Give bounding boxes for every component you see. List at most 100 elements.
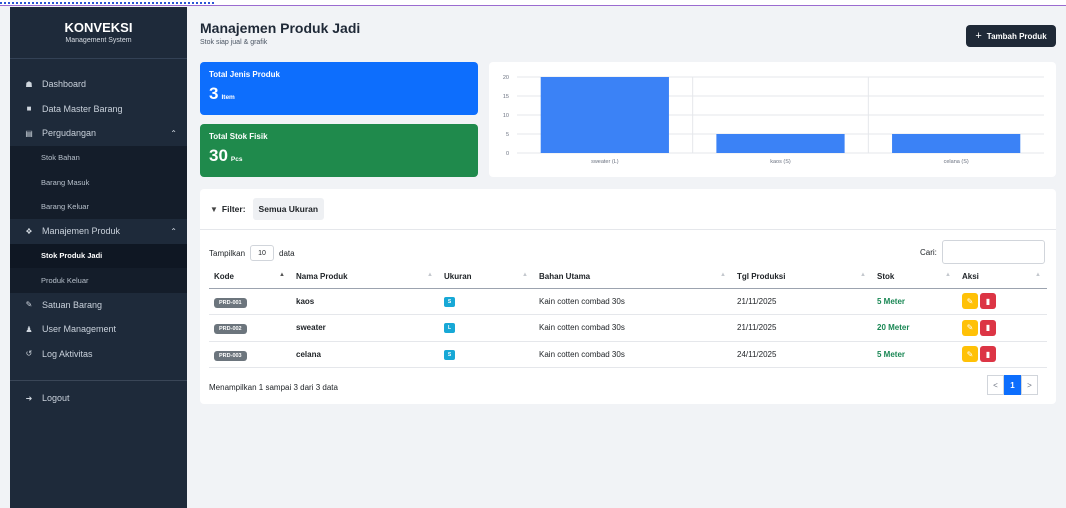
production-date: 24/11/2025: [732, 341, 872, 368]
sidebar-item-label: Satuan Barang: [42, 299, 103, 310]
sidebar-item-dashboard[interactable]: ☗ Dashboard: [10, 72, 187, 97]
sidebar-subitem-stok-produk-jadi[interactable]: Stok Produk Jadi: [10, 243, 187, 268]
plus-icon: +: [975, 30, 982, 42]
delete-button[interactable]: ▮: [980, 346, 996, 363]
stock-value: 20 Meter: [872, 314, 957, 342]
stat-unit: Pcs: [230, 156, 243, 163]
brand-name: KONVEKSI: [64, 20, 133, 35]
show-prefix: Tampilkan: [209, 248, 246, 258]
product-table-panel: ▼ Filter: Semua Ukuran Tampilkan 10 data…: [200, 189, 1056, 404]
stat-card-value: 30 Pcs: [209, 146, 469, 166]
sidebar-item-label: Logout: [42, 393, 70, 404]
table-header-row: Kode ▲ Nama Produk ▲ Ukuran ▲ Bahan Utama ▲ …: [209, 266, 1047, 289]
sidebar-item-manajemen-produk[interactable]: ❖ Manajemen Produk ⌃: [10, 219, 187, 244]
prev-page-button[interactable]: <: [987, 375, 1004, 395]
sort-asc-icon: ▲: [279, 272, 285, 278]
edit-button[interactable]: ✎: [962, 319, 978, 336]
table-row: PRD-002 sweater L Kain cotten combad 30s…: [209, 314, 1047, 342]
stat-unit: Item: [221, 94, 235, 101]
column-header-aksi[interactable]: Aksi ▲: [957, 266, 1047, 289]
x-tick-label: kaos (S): [770, 159, 791, 165]
product-code-badge: PRD-001: [214, 297, 247, 308]
column-header-ukuran[interactable]: Ukuran ▲: [439, 266, 534, 289]
column-header-stok[interactable]: Stok ▲: [872, 266, 957, 289]
size-badge: L: [444, 323, 455, 334]
stat-value: 30: [209, 146, 228, 165]
material: Kain cotten combad 30s: [534, 288, 732, 315]
product-code-badge: PRD-002: [214, 324, 247, 335]
sidebar-subitem-produk-keluar[interactable]: Produk Keluar: [10, 268, 187, 293]
pagination: < 1 >: [987, 375, 1038, 395]
warehouse-icon: ▤: [25, 128, 33, 138]
size-filter-select[interactable]: Semua Ukuran: [252, 198, 325, 220]
sidebar-item-log-aktivitas[interactable]: ↺ Log Aktivitas: [10, 342, 187, 367]
filter-bar: ▼ Filter: Semua Ukuran: [200, 189, 1056, 230]
x-tick-label: sweater (L): [591, 159, 619, 165]
sidebar-item-logout[interactable]: ➜ Logout: [10, 386, 187, 411]
product-name: kaos: [291, 288, 439, 315]
column-header-bahan[interactable]: Bahan Utama ▲: [534, 266, 732, 289]
product-code-badge: PRD-003: [214, 350, 247, 361]
filter-label: Filter:: [221, 204, 246, 214]
sort-icon: ▲: [720, 272, 726, 278]
next-page-button[interactable]: >: [1021, 375, 1038, 395]
column-header-nama[interactable]: Nama Produk ▲: [291, 266, 439, 289]
add-product-button[interactable]: + Tambah Produk: [966, 25, 1056, 47]
product-name: sweater: [291, 314, 439, 342]
sidebar-item-user-management[interactable]: ♟ User Management: [10, 317, 187, 342]
page-length-control: Tampilkan 10 data: [209, 245, 295, 261]
stat-card-label: Total Stok Fisik: [209, 132, 268, 141]
filter-icon: ▼: [210, 204, 218, 214]
y-tick-label: 0: [506, 151, 509, 157]
sidebar-subitem-barang-masuk[interactable]: Barang Masuk: [10, 170, 187, 195]
chevron-up-icon: ⌃: [170, 128, 177, 138]
y-tick-label: 5: [506, 132, 509, 138]
table-row: PRD-001 kaos S Kain cotten combad 30s 21…: [209, 288, 1047, 315]
column-header-kode[interactable]: Kode ▲: [209, 266, 291, 289]
search-label: Cari:: [920, 247, 937, 257]
bar-sweater-l-: [540, 77, 669, 153]
product-name: celana: [291, 341, 439, 368]
edit-icon: ✎: [966, 323, 974, 333]
trash-icon: ▮: [985, 296, 991, 306]
sidebar-item-label: Dashboard: [42, 79, 87, 90]
table-row: PRD-003 celana S Kain cotten combad 30s …: [209, 341, 1047, 368]
sidebar-subitem-barang-keluar[interactable]: Barang Keluar: [10, 194, 187, 219]
stat-card-value: 3 Item: [209, 84, 469, 104]
top-link[interactable]: [0, 0, 214, 4]
sidebar-item-pergudangan[interactable]: ▤ Pergudangan ⌃: [10, 121, 187, 146]
bar-celana-s-: [892, 134, 1021, 153]
delete-button[interactable]: ▮: [980, 319, 996, 336]
chevron-up-icon: ⌃: [170, 226, 177, 236]
search-input[interactable]: [941, 240, 1045, 264]
ruler-icon: ✎: [25, 300, 33, 310]
brand: KONVEKSI Management System: [10, 7, 187, 59]
stock-bar-chart: 0 5 10 15 20 sweater (L) kaos (S) celana (S): [503, 75, 1044, 165]
stat-card-total-stok-fisik: Total Stok Fisik 30 Pcs: [200, 124, 478, 177]
users-icon: ♟: [25, 324, 33, 334]
page-length-select[interactable]: 10: [250, 245, 275, 261]
edit-button[interactable]: ✎: [962, 346, 978, 363]
page-title: Manajemen Produk Jadi: [200, 20, 361, 36]
sidebar-item-satuan-barang[interactable]: ✎ Satuan Barang: [10, 293, 187, 318]
page-button-1[interactable]: 1: [1004, 375, 1021, 395]
sidebar-subitem-stok-bahan[interactable]: Stok Bahan: [10, 145, 187, 170]
edit-button[interactable]: ✎: [962, 293, 978, 310]
y-tick-label: 15: [503, 94, 509, 100]
sidebar-item-data-master-barang[interactable]: ■ Data Master Barang: [10, 97, 187, 122]
column-header-tgl[interactable]: Tgl Produksi ▲: [732, 266, 872, 289]
material: Kain cotten combad 30s: [534, 314, 732, 342]
bar-kaos-s-: [716, 134, 845, 153]
home-icon: ☗: [25, 79, 33, 89]
delete-button[interactable]: ▮: [980, 293, 996, 310]
brand-tagline: Management System: [65, 37, 132, 44]
box-icon: ■: [26, 104, 32, 114]
sidebar-item-label: User Management: [42, 324, 117, 335]
production-date: 21/11/2025: [732, 314, 872, 342]
table-info: Menampilkan 1 sampai 3 dari 3 data: [209, 383, 338, 392]
show-suffix: data: [279, 248, 295, 258]
sort-icon: ▲: [427, 272, 433, 278]
browser-top-strip: [0, 0, 1066, 6]
y-tick-label: 10: [503, 113, 509, 119]
sort-icon: ▲: [1035, 272, 1041, 278]
